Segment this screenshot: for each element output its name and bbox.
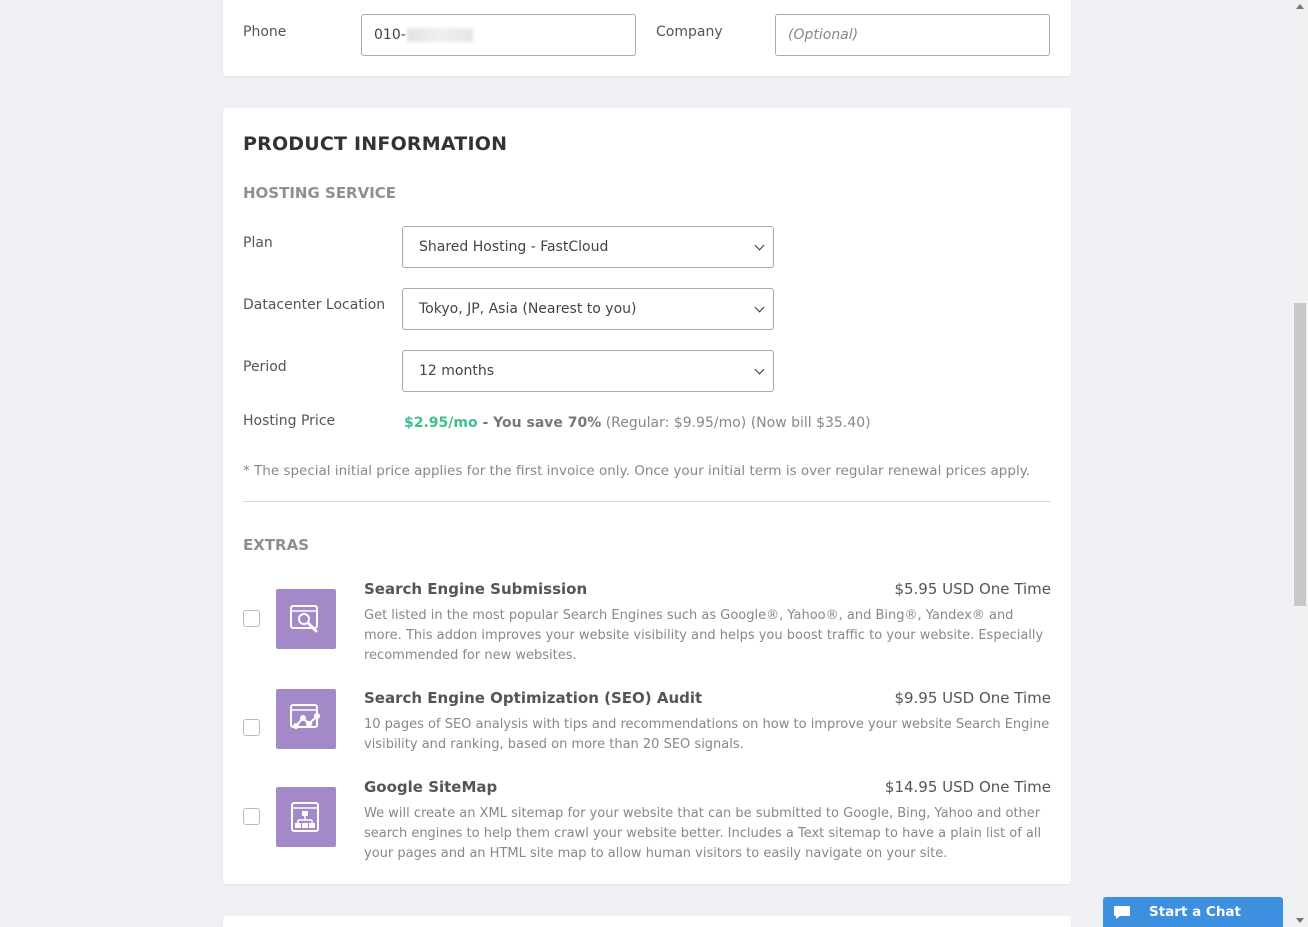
company-input[interactable]: (Optional): [775, 14, 1050, 56]
price-regular: (Regular: $9.95/mo) (Now bill $35.40): [601, 415, 871, 431]
extra-description: 10 pages of SEO analysis with tips and r…: [364, 717, 1050, 752]
search-magnifier-icon: [276, 589, 336, 649]
extra-checkbox[interactable]: [243, 719, 260, 736]
extra-description: Get listed in the most popular Search En…: [364, 608, 1044, 663]
datacenter-value: Tokyo, JP, Asia (Nearest to you): [419, 301, 637, 317]
contact-card: Phone 010- Company (Optional): [223, 0, 1071, 76]
extra-title: Search Engine Submission: [364, 580, 588, 598]
hosting-price-label: Hosting Price: [243, 413, 336, 429]
extra-checkbox[interactable]: [243, 610, 260, 627]
extra-title: Search Engine Optimization (SEO) Audit: [364, 689, 703, 707]
phone-input[interactable]: 010-: [361, 14, 636, 56]
period-select[interactable]: 12 months: [402, 350, 774, 392]
price-save: - You save 70%: [477, 415, 602, 431]
chat-label: Start a Chat: [1149, 904, 1241, 920]
chevron-down-icon: [754, 240, 765, 250]
plan-value: Shared Hosting - FastCloud: [419, 239, 609, 255]
extra-item-search-engine-submission: Search Engine Submission $5.95 USD One T…: [243, 580, 1051, 670]
next-card: [223, 916, 1071, 927]
chevron-down-icon: [754, 364, 765, 374]
period-label: Period: [243, 359, 287, 375]
price-monthly: $2.95/mo: [404, 415, 478, 431]
sitemap-icon: [276, 787, 336, 847]
extra-description: We will create an XML sitemap for your w…: [364, 806, 1042, 861]
plan-label: Plan: [243, 235, 273, 251]
page-scrollbar[interactable]: [1292, 0, 1308, 927]
chevron-down-icon: [754, 302, 765, 312]
datacenter-label: Datacenter Location: [243, 297, 386, 313]
phone-value: 010-: [374, 27, 406, 43]
extra-item-google-sitemap: Google SiteMap $14.95 USD One Time We wi…: [243, 778, 1051, 868]
scroll-down-icon[interactable]: [1296, 918, 1304, 923]
product-information-card: PRODUCT INFORMATION HOSTING SERVICE Plan…: [223, 108, 1071, 884]
extra-checkbox[interactable]: [243, 808, 260, 825]
price-note: * The special initial price applies for …: [243, 463, 1031, 479]
company-label: Company: [656, 24, 723, 40]
company-placeholder: (Optional): [788, 27, 859, 43]
start-chat-button[interactable]: Start a Chat: [1103, 897, 1283, 927]
scroll-up-icon[interactable]: [1296, 4, 1304, 9]
phone-redacted: [406, 28, 473, 42]
extra-title: Google SiteMap: [364, 778, 498, 796]
extra-price: $14.95 USD One Time: [884, 778, 1051, 796]
extras-title: EXTRAS: [243, 536, 310, 554]
product-information-title: PRODUCT INFORMATION: [243, 133, 508, 155]
divider: [243, 501, 1051, 502]
scroll-thumb[interactable]: [1294, 303, 1306, 606]
seo-graph-icon: [276, 689, 336, 749]
hosting-price: $2.95/mo - You save 70% (Regular: $9.95/…: [404, 415, 871, 431]
period-value: 12 months: [419, 363, 494, 379]
plan-select[interactable]: Shared Hosting - FastCloud: [402, 226, 774, 268]
hosting-service-title: HOSTING SERVICE: [243, 184, 397, 202]
extra-item-seo-audit: Search Engine Optimization (SEO) Audit $…: [243, 689, 1051, 759]
extra-price: $9.95 USD One Time: [894, 689, 1051, 707]
extra-price: $5.95 USD One Time: [894, 580, 1051, 598]
datacenter-select[interactable]: Tokyo, JP, Asia (Nearest to you): [402, 288, 774, 330]
phone-label: Phone: [243, 24, 287, 40]
chat-bubble-icon: [1114, 905, 1130, 919]
